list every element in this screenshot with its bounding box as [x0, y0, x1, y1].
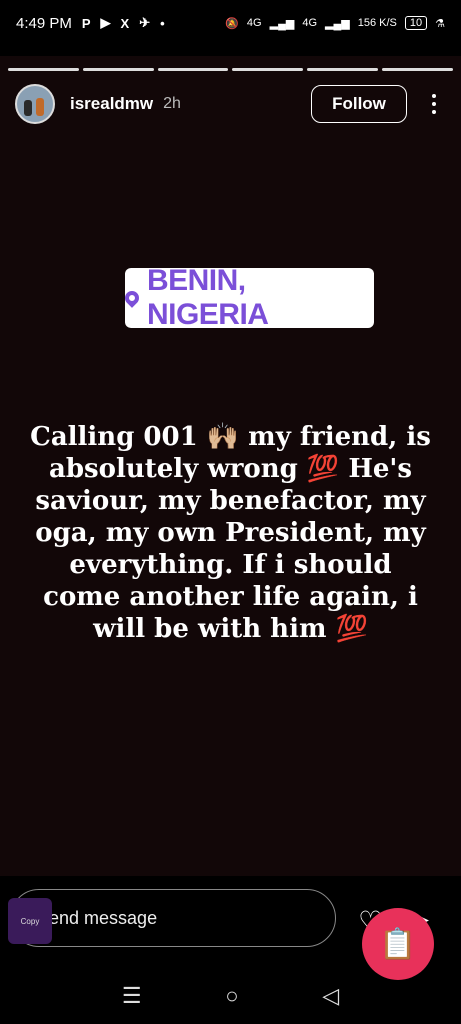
signal-icon: ▂▄▆	[269, 17, 295, 30]
location-text: BENIN, NIGERIA	[146, 264, 269, 331]
dot	[432, 102, 436, 106]
location-pin-icon	[122, 288, 142, 308]
telegram-icon: ✈	[139, 15, 151, 30]
progress-segment	[82, 68, 154, 71]
progress-segment	[157, 68, 229, 71]
follow-button[interactable]: Follow	[311, 85, 407, 123]
story-progress	[8, 68, 453, 71]
battery-icon: 10	[404, 16, 428, 30]
progress-segment	[8, 68, 79, 71]
status-bar: 4:49 PM P ▶ X ✈ • 🔕 4G ▂▄▆ 4G ▂▄▆ 156 K/…	[0, 0, 461, 46]
dot	[432, 94, 436, 98]
x-icon: X	[120, 15, 130, 31]
network-1: 4G	[246, 17, 262, 29]
system-nav-bar: ☰ ○ ◁	[0, 968, 461, 1024]
username[interactable]: isrealdmw	[70, 94, 153, 114]
time-ago: 2h	[163, 95, 181, 112]
send-message-input[interactable]: Send message	[10, 889, 336, 947]
clipboard-icon: 📋	[379, 927, 417, 961]
progress-segment	[232, 68, 304, 71]
flask-icon: ⚗	[435, 17, 445, 30]
location-sticker[interactable]: BENIN, NIGERIA	[122, 264, 374, 331]
story-header: isrealdmw 2h Follow	[15, 82, 447, 126]
speed: 156 K/S	[357, 17, 397, 29]
youtube-icon: ▶	[100, 15, 111, 30]
avatar[interactable]	[15, 84, 55, 124]
dot-icon: •	[160, 15, 165, 31]
story-viewer[interactable]: isrealdmw 2h Follow BENIN, NIGERIA Calli…	[0, 56, 461, 876]
recents-icon[interactable]: ☰	[122, 983, 142, 1009]
signal-icon: ▂▄▆	[325, 17, 350, 30]
status-left: 4:49 PM P ▶ X ✈ •	[16, 15, 165, 32]
copy-icon[interactable]: Copy	[8, 898, 52, 944]
back-icon[interactable]: ◁	[322, 983, 339, 1009]
status-time: 4:49 PM	[16, 14, 72, 32]
more-options-icon[interactable]	[421, 85, 447, 123]
progress-segment	[307, 68, 379, 71]
progress-segment	[382, 68, 453, 71]
network-2: 4G	[302, 17, 318, 29]
story-caption: Calling 001 🙌🏼 my friend, is absolutely …	[30, 422, 431, 644]
dot	[432, 110, 436, 114]
mute-icon: 🔕	[225, 17, 239, 30]
pinterest-icon: P	[81, 15, 91, 31]
home-icon[interactable]: ○	[225, 983, 238, 1009]
status-right: 🔕 4G ▂▄▆ 4G ▂▄▆ 156 K/S 10 ⚗	[225, 16, 445, 30]
